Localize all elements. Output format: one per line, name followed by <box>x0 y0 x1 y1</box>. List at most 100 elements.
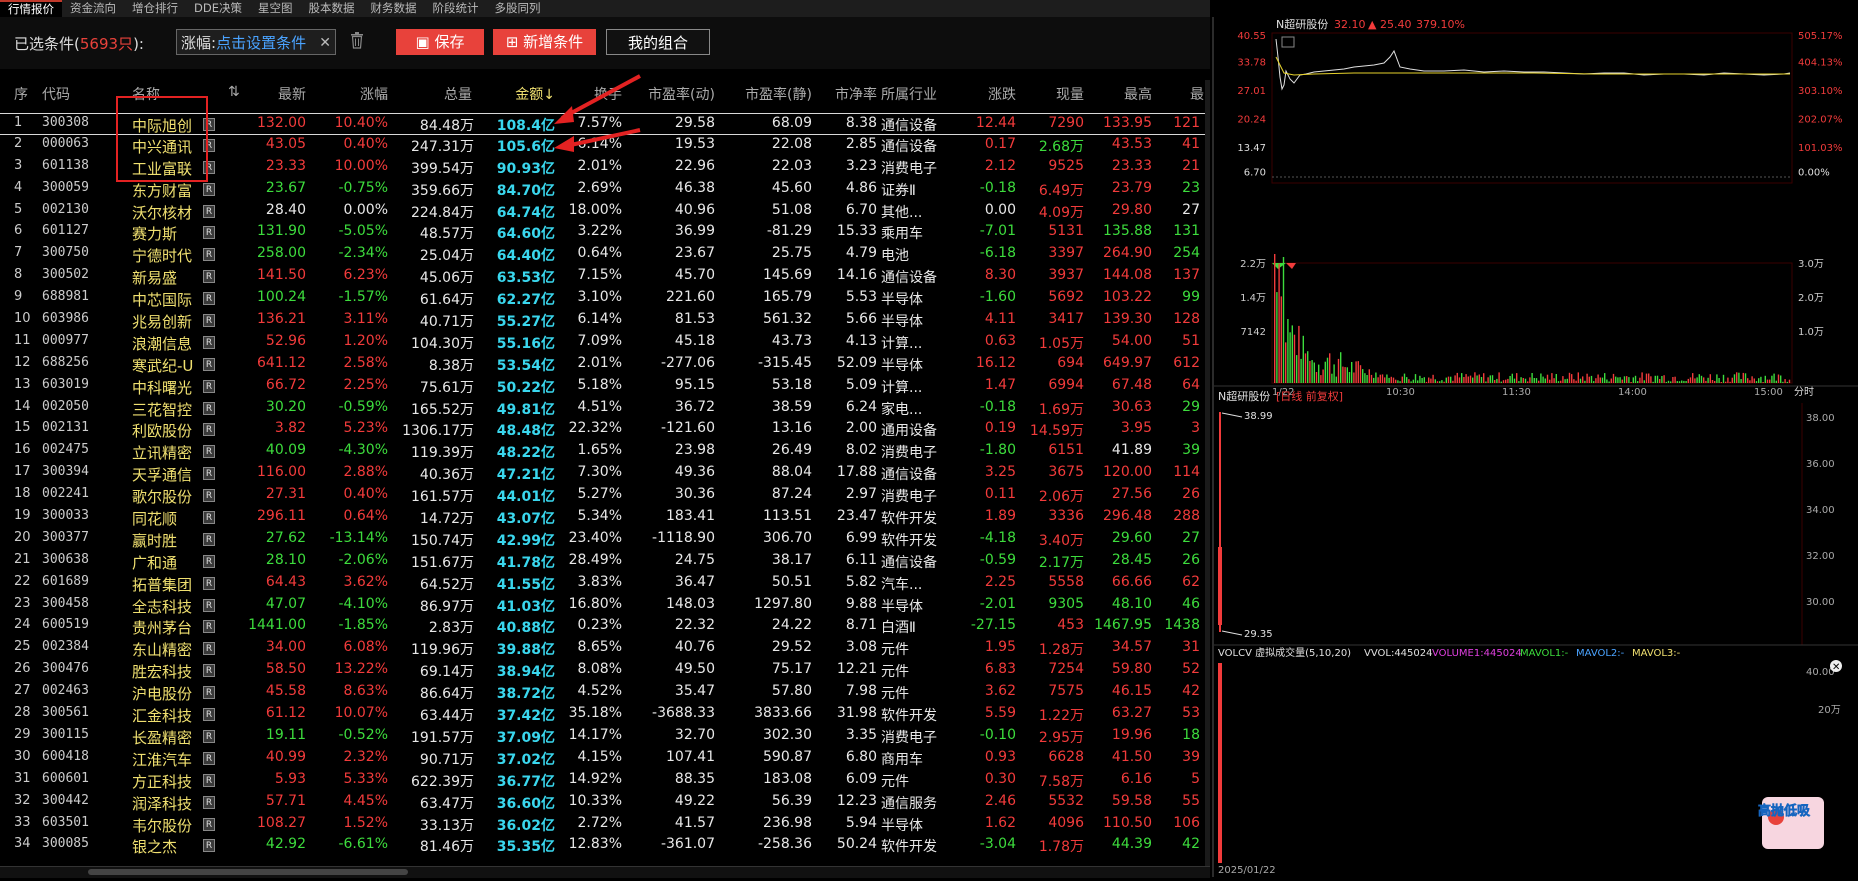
cell-name[interactable]: 兆易创新 <box>132 311 192 332</box>
cell-name[interactable]: 东山精密 <box>132 639 192 660</box>
table-row[interactable]: 4 300059 东方财富 R 23.67 -0.75% 359.66万 84.70亿 2.69… <box>0 179 1210 201</box>
cell-code[interactable]: 601138 <box>42 158 89 173</box>
table-row[interactable]: 28 300561 汇金科技 R 61.12 10.07% 63.44万 37.42亿 35.1… <box>0 704 1210 726</box>
cell-name[interactable]: 歌尔股份 <box>132 486 192 507</box>
promo-sticker[interactable]: 高抛低吸 <box>1758 797 1824 849</box>
cell-code[interactable]: 002384 <box>42 639 89 654</box>
cell-name[interactable]: 汇金科技 <box>132 705 192 726</box>
cell-code[interactable]: 601127 <box>42 223 89 238</box>
table-row[interactable]: 20 300377 赢时胜 R 27.62 -13.14% 150.74万 42.99亿 23.… <box>0 529 1210 551</box>
cell-name[interactable]: 赛力斯 <box>132 223 177 244</box>
cell-code[interactable]: 000977 <box>42 333 89 348</box>
col-pe-static[interactable]: 市盈率(静) <box>725 84 812 104</box>
scroll-thumb[interactable] <box>88 869 408 875</box>
table-row[interactable]: 13 603019 中科曙光 R 66.72 2.25% 75.61万 50.22亿 5.18%… <box>0 376 1210 398</box>
cell-name[interactable]: 天孚通信 <box>132 464 192 485</box>
cell-code[interactable]: 300033 <box>42 508 89 523</box>
cell-name[interactable]: 中芯国际 <box>132 289 192 310</box>
table-row[interactable]: 31 600601 方正科技 R 5.93 5.33% 622.39万 36.77亿 14.92… <box>0 770 1210 792</box>
cell-code[interactable]: 300115 <box>42 727 89 742</box>
cell-name[interactable]: 全志科技 <box>132 596 192 617</box>
cell-name[interactable]: 沃尔核材 <box>132 202 192 223</box>
save-button[interactable]: ▣ 保存 <box>396 29 484 55</box>
cell-name[interactable]: 广和通 <box>132 552 177 573</box>
cell-code[interactable]: 300458 <box>42 596 89 611</box>
cell-name[interactable]: 赢时胜 <box>132 530 177 551</box>
cell-code[interactable]: 603019 <box>42 377 89 392</box>
cell-code[interactable]: 688256 <box>42 355 89 370</box>
col-name[interactable]: 名称 <box>132 84 160 104</box>
table-row[interactable]: 25 002384 东山精密 R 34.00 6.08% 119.96万 39.88亿 8.65… <box>0 638 1210 660</box>
col-volume[interactable]: 总量 <box>410 84 472 104</box>
cell-name[interactable]: 立讯精密 <box>132 442 192 463</box>
table-row[interactable]: 12 688256 寒武纪-U R 641.12 2.58% 8.38万 53.54亿 2.01… <box>0 354 1210 376</box>
table-row[interactable]: 15 002131 利欧股份 R 3.82 5.23% 1306.17万 48.48亿 22.3… <box>0 419 1210 441</box>
table-row[interactable]: 29 300115 长盈精密 R 19.11 -0.52% 191.57万 37.09亿 14.… <box>0 726 1210 748</box>
cell-name[interactable]: 利欧股份 <box>132 420 192 441</box>
table-row[interactable]: 10 603986 兆易创新 R 136.21 3.11% 40.71万 55.27亿 6.14… <box>0 310 1210 332</box>
cell-code[interactable]: 002131 <box>42 420 89 435</box>
cell-name[interactable]: 方正科技 <box>132 771 192 792</box>
col-pct[interactable]: 涨幅 <box>328 84 388 104</box>
tab-quotes[interactable]: 行情报价 <box>0 0 62 17</box>
cell-code[interactable]: 603501 <box>42 815 89 830</box>
cell-code[interactable]: 300476 <box>42 661 89 676</box>
cell-code[interactable]: 300638 <box>42 552 89 567</box>
close-icon[interactable]: ✕ <box>319 30 331 56</box>
cell-code[interactable]: 600418 <box>42 749 89 764</box>
cell-code[interactable]: 300085 <box>42 836 89 851</box>
cell-name[interactable]: 长盈精密 <box>132 727 192 748</box>
cell-code[interactable]: 002475 <box>42 442 89 457</box>
table-row[interactable]: 7 300750 宁德时代 R 258.00 -2.34% 25.04万 64.40亿 0.64… <box>0 244 1210 266</box>
vertical-scrollbar[interactable] <box>1205 80 1210 866</box>
cell-name[interactable]: 沪电股份 <box>132 683 192 704</box>
cell-name[interactable]: 寒武纪-U <box>132 355 193 376</box>
cell-code[interactable]: 002241 <box>42 486 89 501</box>
tab-dde[interactable]: DDE决策 <box>186 0 250 17</box>
cell-code[interactable]: 002050 <box>42 399 89 414</box>
cell-code[interactable]: 603986 <box>42 311 89 326</box>
table-row[interactable]: 11 000977 浪潮信息 R 52.96 1.20% 104.30万 55.16亿 7.09… <box>0 332 1210 354</box>
cell-code[interactable]: 600601 <box>42 771 89 786</box>
cell-name[interactable]: 工业富联 <box>132 158 192 179</box>
cell-code[interactable]: 300394 <box>42 464 89 479</box>
cell-code[interactable]: 600519 <box>42 617 89 632</box>
cell-code[interactable]: 300561 <box>42 705 89 720</box>
table-row[interactable]: 23 300458 全志科技 R 47.07 -4.10% 86.97万 41.03亿 16.8… <box>0 595 1210 617</box>
tab-position-rank[interactable]: 增仓排行 <box>124 0 186 17</box>
cell-code[interactable]: 601689 <box>42 574 89 589</box>
table-row[interactable]: 33 603501 韦尔股份 R 108.27 1.52% 33.13万 36.02亿 2.72… <box>0 814 1210 836</box>
table-row[interactable]: 34 300085 银之杰 R 42.92 -6.61% 81.46万 35.35亿 12.83… <box>0 835 1210 857</box>
col-seq[interactable]: 序 <box>14 84 28 104</box>
col-current-vol[interactable]: 现量 <box>1020 84 1084 104</box>
cell-name[interactable]: 韦尔股份 <box>132 815 192 836</box>
table-row[interactable]: 26 300476 胜宏科技 R 58.50 13.22% 69.14万 38.94亿 8.08… <box>0 660 1210 682</box>
cell-name[interactable]: 同花顺 <box>132 508 177 529</box>
add-condition-button[interactable]: ⊞ 新增条件 <box>493 29 596 55</box>
cell-code[interactable]: 000063 <box>42 136 89 151</box>
tab-share-capital[interactable]: 股本数据 <box>300 0 362 17</box>
trash-icon[interactable] <box>350 32 364 49</box>
chip-value-link[interactable]: 点击设置条件 <box>216 34 306 52</box>
horizontal-scrollbar[interactable] <box>0 866 1210 878</box>
tab-financial[interactable]: 财务数据 <box>362 0 424 17</box>
table-row[interactable]: 16 002475 立讯精密 R 40.09 -4.30% 119.39万 48.22亿 1.6… <box>0 441 1210 463</box>
tab-period-stats[interactable]: 阶段统计 <box>424 0 486 17</box>
cell-name[interactable]: 拓普集团 <box>132 574 192 595</box>
cell-name[interactable]: 新易盛 <box>132 267 177 288</box>
table-row[interactable]: 32 300442 润泽科技 R 57.71 4.45% 63.47万 36.60亿 10.33… <box>0 792 1210 814</box>
col-extra[interactable]: 最 <box>1190 84 1204 104</box>
table-row[interactable]: 5 002130 沃尔核材 R 28.40 0.00% 224.84万 64.74亿 18.00… <box>0 201 1210 223</box>
table-row[interactable]: 6 601127 赛力斯 R 131.90 -5.05% 48.57万 64.60亿 3.22%… <box>0 222 1210 244</box>
table-row[interactable]: 3 601138 工业富联 R 23.33 10.00% 399.54万 90.93亿 2.01… <box>0 157 1210 179</box>
table-row[interactable]: 9 688981 中芯国际 R 100.24 -1.57% 61.64万 62.27亿 3.10… <box>0 288 1210 310</box>
col-code[interactable]: 代码 <box>42 84 70 104</box>
cell-name[interactable]: 中际旭创 <box>132 115 192 136</box>
expand-icon[interactable] <box>1281 36 1295 48</box>
col-industry[interactable]: 所属行业 <box>881 84 937 104</box>
col-last[interactable]: 最新 <box>246 84 306 104</box>
cell-name[interactable]: 银之杰 <box>132 836 177 857</box>
table-row[interactable]: 30 600418 江淮汽车 R 40.99 2.32% 90.71万 37.02亿 4.15%… <box>0 748 1210 770</box>
cell-code[interactable]: 300308 <box>42 115 89 130</box>
col-high[interactable]: 最高 <box>1090 84 1152 104</box>
